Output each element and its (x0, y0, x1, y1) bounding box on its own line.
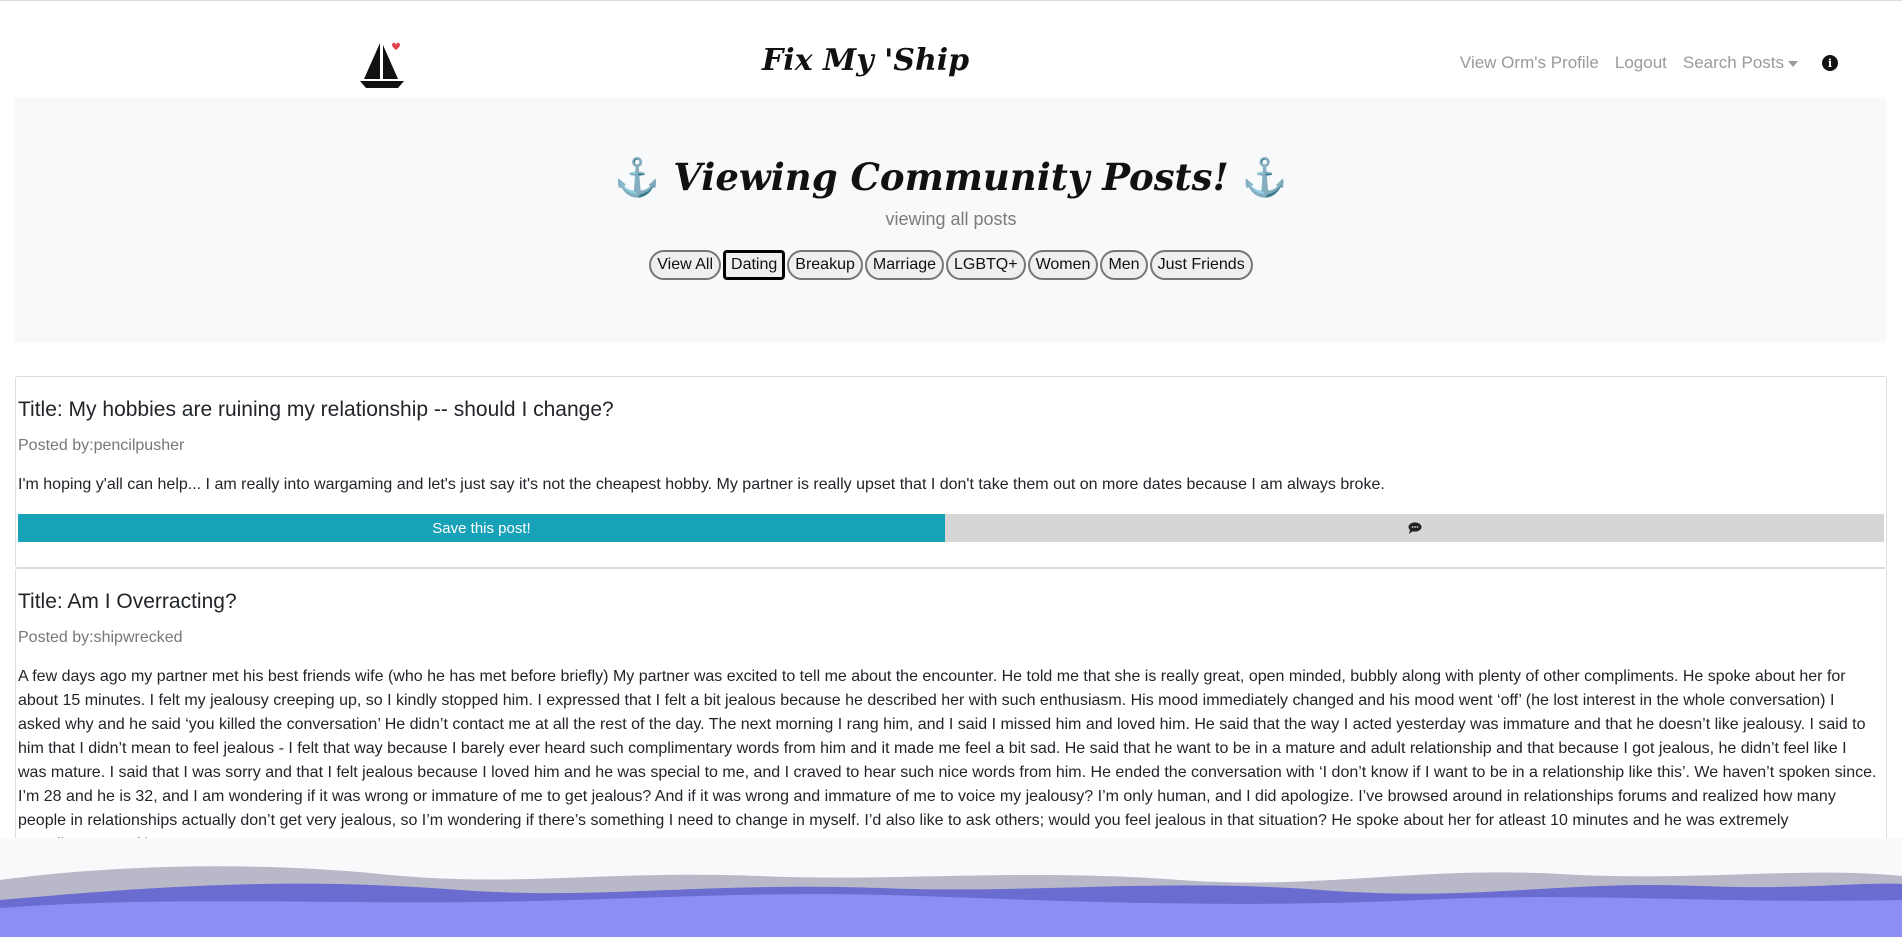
filter-dating[interactable]: Dating (723, 250, 786, 280)
post-author: Posted by:pencilpusher (18, 437, 185, 454)
post-card: Title: My hobbies are ruining my relatio… (15, 376, 1887, 568)
post-body: I'm hoping y'all can help... I am really… (18, 476, 1385, 493)
search-posts-label: Search Posts (1682, 53, 1784, 72)
brand-name[interactable]: Fix My 'Ship (762, 43, 969, 78)
navbar: Fix My 'Ship View Orm's Profile Logout S… (0, 1, 1902, 97)
comment-button[interactable] (945, 514, 1884, 542)
category-filters: View All Dating Breakup Marriage LGBTQ+ … (15, 250, 1887, 280)
anchor-icon: ⚓ (1241, 156, 1288, 199)
page-subtitle: viewing all posts (885, 209, 1017, 229)
ocean-waves (0, 866, 1902, 937)
heart-icon (392, 42, 400, 50)
filter-men[interactable]: Men (1100, 250, 1148, 280)
filter-breakup[interactable]: Breakup (787, 250, 863, 280)
logout-link[interactable]: Logout (1615, 53, 1667, 73)
page-title-text: Viewing Community Posts! (673, 155, 1229, 199)
search-posts-dropdown[interactable]: Search Posts (1683, 53, 1798, 73)
info-icon[interactable]: i (1822, 55, 1838, 71)
posts-list: Title: My hobbies are ruining my relatio… (15, 376, 1887, 868)
filter-lgbtq[interactable]: LGBTQ+ (946, 250, 1026, 280)
filter-marriage[interactable]: Marriage (864, 250, 945, 280)
post-author: Posted by:shipwrecked (18, 629, 183, 646)
post-body: A few days ago my partner met his best f… (18, 668, 1877, 853)
sailboat-logo[interactable] (358, 39, 406, 89)
page-title: ⚓ Viewing Community Posts! ⚓ (15, 155, 1887, 200)
anchor-icon: ⚓ (614, 156, 661, 199)
post-title: Title: Am I Overracting? (18, 590, 237, 613)
hero-jumbotron: ⚓ Viewing Community Posts! ⚓ viewing all… (15, 97, 1887, 343)
nav-links: View Orm's Profile Logout Search Posts i (1460, 53, 1838, 73)
post-title: Title: My hobbies are ruining my relatio… (18, 398, 614, 421)
filter-view-all[interactable]: View All (649, 250, 722, 280)
comment-icon (1408, 522, 1421, 534)
post-card: Title: Am I Overracting? Posted by:shipw… (15, 568, 1887, 868)
caret-down-icon (1788, 60, 1798, 67)
filter-just-friends[interactable]: Just Friends (1149, 250, 1253, 280)
filter-women[interactable]: Women (1027, 250, 1099, 280)
save-post-button[interactable]: Save this post! (18, 514, 945, 542)
view-profile-link[interactable]: View Orm's Profile (1460, 53, 1599, 73)
